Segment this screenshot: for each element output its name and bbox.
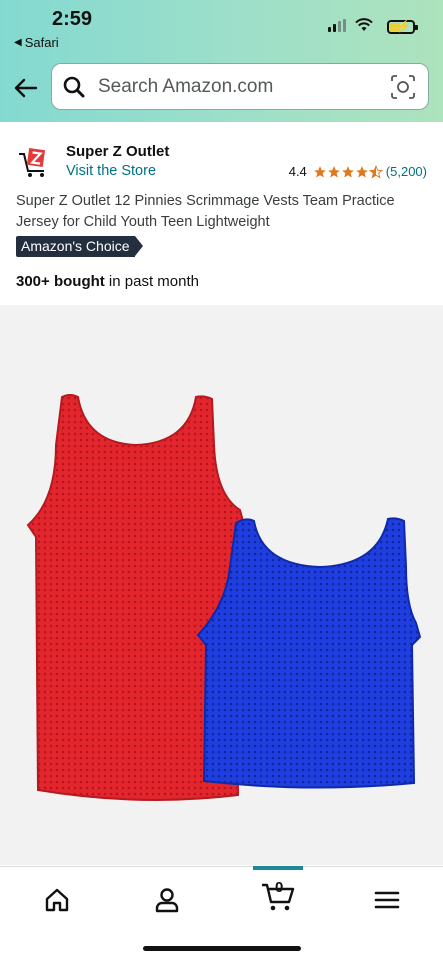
wifi-icon <box>355 18 373 31</box>
review-count: (5,200) <box>385 164 427 179</box>
search-bar[interactable] <box>51 63 429 110</box>
visit-store-link[interactable]: Visit the Store <box>66 163 156 179</box>
amazons-choice-badge[interactable]: Amazon's Choice <box>16 236 142 257</box>
star-rating-icon <box>313 164 383 179</box>
search-icon <box>63 76 85 97</box>
account-icon[interactable] <box>152 885 182 915</box>
rating-summary[interactable]: 4.4 (5,200) <box>289 164 427 179</box>
home-icon[interactable] <box>42 885 72 915</box>
menu-icon[interactable] <box>372 885 402 915</box>
bought-in-past-month: 300+ bought in past month <box>16 273 199 290</box>
store-logo[interactable] <box>16 145 50 179</box>
back-to-app-link[interactable]: ◀ Safari <box>14 35 59 50</box>
header: 2:59 ◀ Safari ⚡ <box>0 0 443 122</box>
active-tab-indicator <box>253 866 303 870</box>
camera-search-icon[interactable] <box>390 74 416 100</box>
product-title: Super Z Outlet 12 Pinnies Scrimmage Vest… <box>16 193 395 230</box>
home-indicator <box>143 946 301 951</box>
bought-count: 300+ bought <box>16 273 105 290</box>
cellular-signal-icon <box>328 18 346 32</box>
store-name[interactable]: Super Z Outlet <box>66 143 169 160</box>
rating-value: 4.4 <box>288 164 307 179</box>
status-icons <box>328 18 373 32</box>
blue-jersey <box>196 517 422 789</box>
back-triangle-icon: ◀ <box>14 37 22 48</box>
cart-button[interactable]: 0 <box>260 879 296 913</box>
status-time: 2:59 <box>52 8 93 30</box>
battery-icon: ⚡ <box>387 19 418 34</box>
search-input[interactable] <box>96 74 370 99</box>
product-image[interactable] <box>0 305 443 865</box>
bought-suffix: in past month <box>104 273 199 290</box>
jerseys-image <box>26 394 422 801</box>
cart-count: 0 <box>275 879 284 896</box>
back-arrow-icon[interactable] <box>12 74 40 102</box>
back-app-label: Safari <box>24 35 59 50</box>
